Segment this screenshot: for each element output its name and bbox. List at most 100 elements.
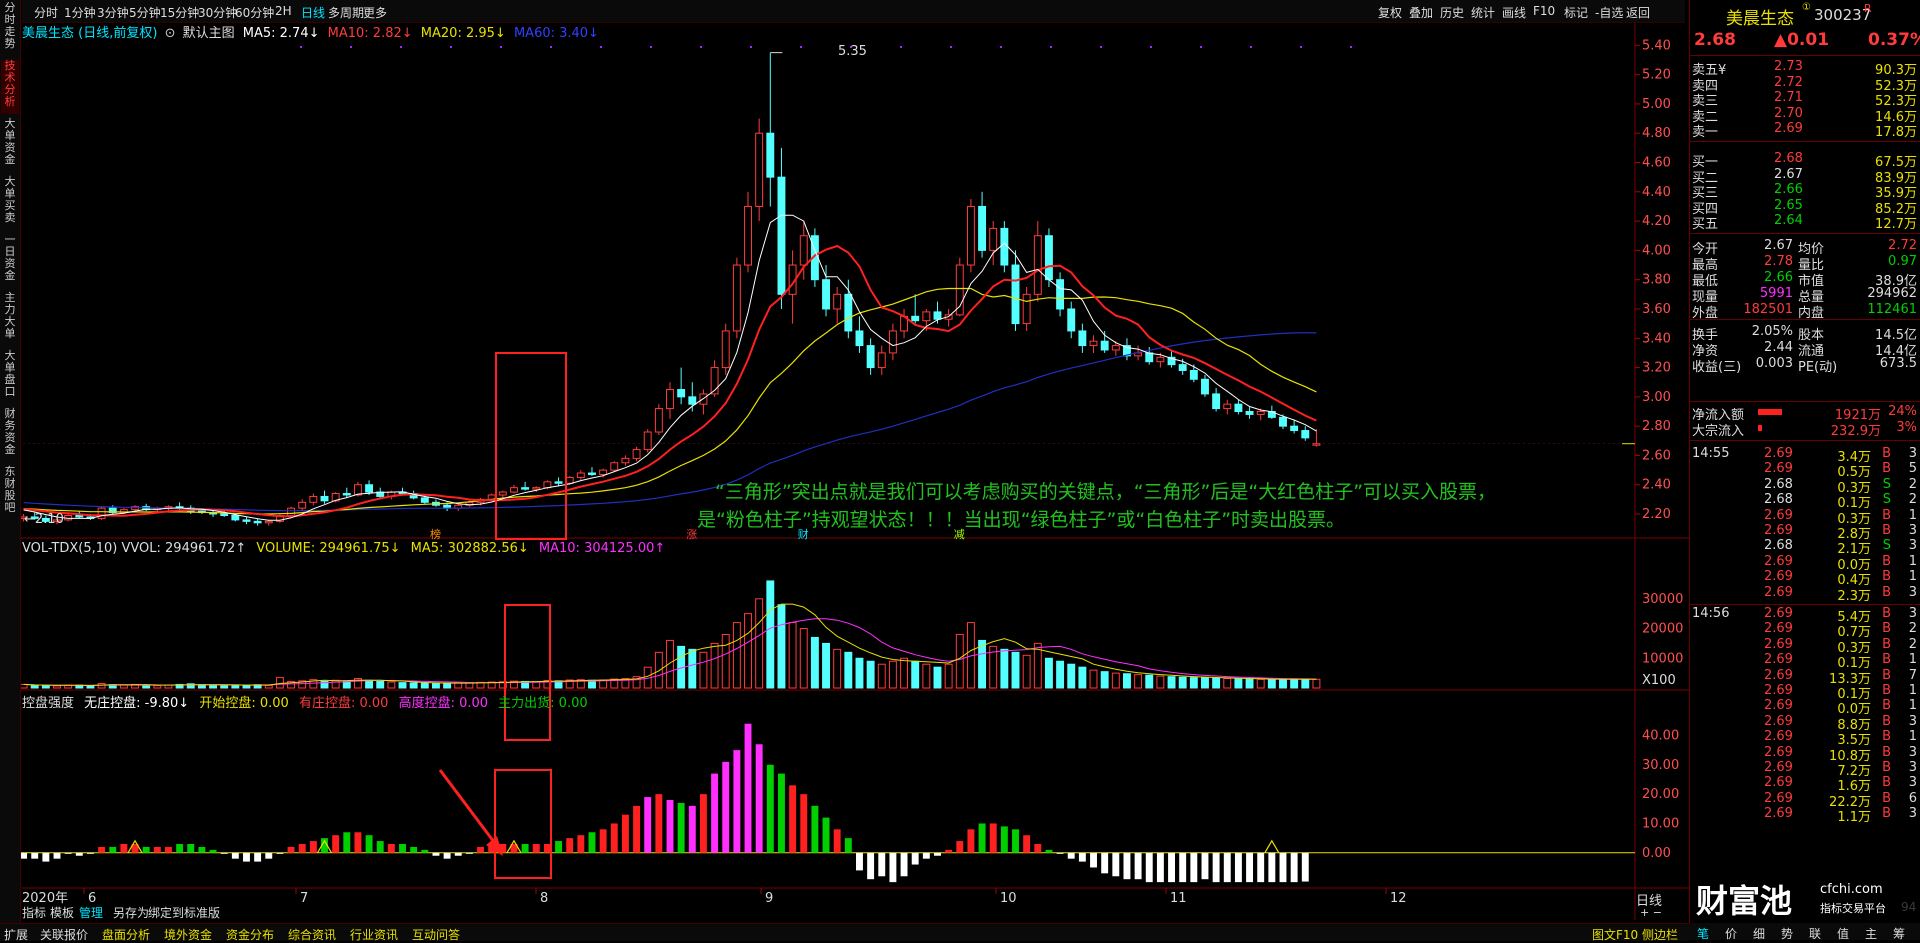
event-mark[interactable]: 涨 [686, 528, 697, 541]
left-tab-0[interactable]: 分时走势 [1, 2, 19, 56]
left-tab-2[interactable]: 大单资金 [1, 118, 19, 172]
flow-row: 净流入额 1921万 24% [1690, 404, 1920, 423]
indicator-bar [64, 852, 72, 854]
volume-bar [810, 636, 819, 689]
ind-tick-label: 0.00 [1642, 846, 1671, 861]
left-tab-7[interactable]: 财务资金 [1, 408, 19, 462]
left-tab-1[interactable]: 技术分析 [1, 60, 19, 114]
bottom-tab-4[interactable]: 资金分布 [226, 926, 274, 943]
period-tab-6[interactable]: 60分钟 [235, 4, 274, 21]
signal-dot [550, 46, 552, 48]
bottom-tab-7[interactable]: 互动问答 [412, 926, 460, 943]
ind-nozhuang: 无庄控盘: -9.80↓ [84, 696, 190, 711]
period-tab-2[interactable]: 3分钟 [97, 4, 129, 21]
period-tab-7[interactable]: 2H [275, 4, 292, 18]
indicator-bar [800, 794, 808, 853]
indicator-bar [889, 852, 897, 883]
bottom-tab-3[interactable]: 境外资金 [164, 926, 212, 943]
period-tab-1[interactable]: 1分钟 [64, 4, 96, 21]
main-template[interactable]: 默认主图 [183, 26, 235, 41]
bottom-tab-1[interactable]: 关联报价 [40, 926, 88, 943]
event-mark[interactable]: 榜 [430, 527, 441, 541]
right-tab-5[interactable]: 值 [1837, 925, 1849, 942]
indicator-bar [577, 835, 585, 853]
toolbar-btn-0[interactable]: 复权 [1378, 4, 1402, 21]
period-tab-9[interactable]: 多周期 [328, 4, 364, 21]
flow-pct: 3% [1896, 420, 1917, 435]
toolbar-btn-3[interactable]: 统计 [1471, 4, 1495, 21]
left-tab-5[interactable]: 主力大单 [1, 292, 19, 346]
left-tab-6[interactable]: 大单盘口 [1, 350, 19, 404]
kline-chart-canvas[interactable]: 5.40 5.20 5.00 4.80 4.60 4.40 4.20 4.00 3.80 3.60… [0, 0, 1920, 940]
tick-row: 2.69 0.1万 B 1 [1690, 683, 1920, 702]
candle-body [1189, 369, 1198, 380]
period-toggle-icon[interactable]: + − [1640, 906, 1662, 919]
bottom-tab-5[interactable]: 综合资讯 [288, 926, 336, 943]
ind-out: 主力出货: 0.00 [498, 696, 588, 711]
period-tab-10[interactable]: 更多 [363, 4, 387, 21]
toolbar-btn-7[interactable]: -自选 [1595, 4, 1623, 21]
ind-title[interactable]: 控盘强度 [22, 696, 74, 711]
bottom-tab-6[interactable]: 行业资讯 [350, 926, 398, 943]
left-tab-8[interactable]: 东财股吧 [1, 466, 19, 520]
right-tab-4[interactable]: 联 [1809, 925, 1821, 942]
period-tab-3[interactable]: 5分钟 [129, 4, 161, 21]
tool-1[interactable]: 模板 [50, 904, 74, 921]
tool-0[interactable]: 指标 [22, 904, 46, 921]
right-tab-3[interactable]: 势 [1781, 925, 1793, 942]
tick-side: B [1882, 569, 1891, 585]
tool-2[interactable]: 管理 [79, 904, 103, 921]
bottom-right-link[interactable]: 图文F10 侧边栏 [1592, 926, 1678, 943]
month-label: 12 [1390, 891, 1407, 906]
bottom-tab-2[interactable]: 盘面分析 [102, 926, 150, 943]
vol-title[interactable]: VOL-TDX(5,10) VVOL: 294961.72↑ [22, 541, 246, 556]
left-tab-3[interactable]: 大单买卖 [1, 176, 19, 230]
price-tick-label: 4.00 [1642, 243, 1671, 258]
watermark-site: cfchi.com [1820, 882, 1883, 897]
tool-3[interactable]: 另存为 [113, 904, 149, 921]
candle-body [309, 495, 318, 503]
toolbar-btn-4[interactable]: 画线 [1502, 4, 1526, 21]
candle-body [966, 205, 975, 266]
right-tab-1[interactable]: 价 [1725, 925, 1737, 942]
right-tab-7[interactable]: 筹 [1893, 925, 1905, 942]
indicator-bar [599, 829, 607, 853]
signal-dot [1250, 46, 1252, 48]
toolbar-btn-1[interactable]: 叠加 [1409, 4, 1433, 21]
candle-body [1056, 279, 1065, 310]
period-tab-4[interactable]: 15分钟 [160, 4, 199, 21]
info-icon[interactable]: ① [1802, 2, 1811, 13]
volume-bar [766, 580, 775, 689]
chevron-down-icon[interactable]: ⊙ [165, 26, 176, 41]
indicator-bar [376, 841, 384, 853]
period-tab-8[interactable]: 日线 [301, 4, 325, 21]
period-tab-5[interactable]: 30分钟 [198, 4, 237, 21]
toolbar-btn-6[interactable]: 标记 [1564, 4, 1588, 21]
right-tab-0[interactable]: 笔 [1697, 925, 1709, 942]
toolbar-btn-5[interactable]: F10 [1533, 4, 1555, 18]
candle-body [220, 513, 229, 516]
tick-side: B [1882, 775, 1891, 791]
toolbar-btn-2[interactable]: 历史 [1440, 4, 1464, 21]
tick-price: 2.69 [1764, 606, 1793, 621]
candle-body [97, 507, 106, 519]
tick-price: 2.69 [1764, 790, 1793, 806]
tool-4[interactable]: 绑定到 [148, 904, 184, 921]
indicator-bar [1112, 852, 1120, 877]
right-tab-2[interactable]: 细 [1753, 925, 1765, 942]
indicator-bar [1090, 852, 1097, 868]
volume-bar [844, 651, 853, 689]
signal-dot [950, 46, 952, 48]
indicator-bar [1190, 852, 1198, 883]
toolbar-btn-8[interactable]: 返回 [1626, 4, 1650, 21]
left-tab-4[interactable]: 一日资金 [1, 234, 19, 288]
volume-bar [888, 660, 897, 689]
right-tab-6[interactable]: 主 [1865, 925, 1877, 942]
bottom-tab-0[interactable]: 扩展 [4, 926, 28, 943]
candle-body [677, 389, 686, 398]
period-tab-0[interactable]: 分时 [34, 4, 58, 21]
tool-5[interactable]: 标准版 [184, 904, 220, 921]
volume-bar [744, 613, 752, 689]
volume-bar [933, 666, 942, 689]
candle-body [744, 205, 752, 266]
